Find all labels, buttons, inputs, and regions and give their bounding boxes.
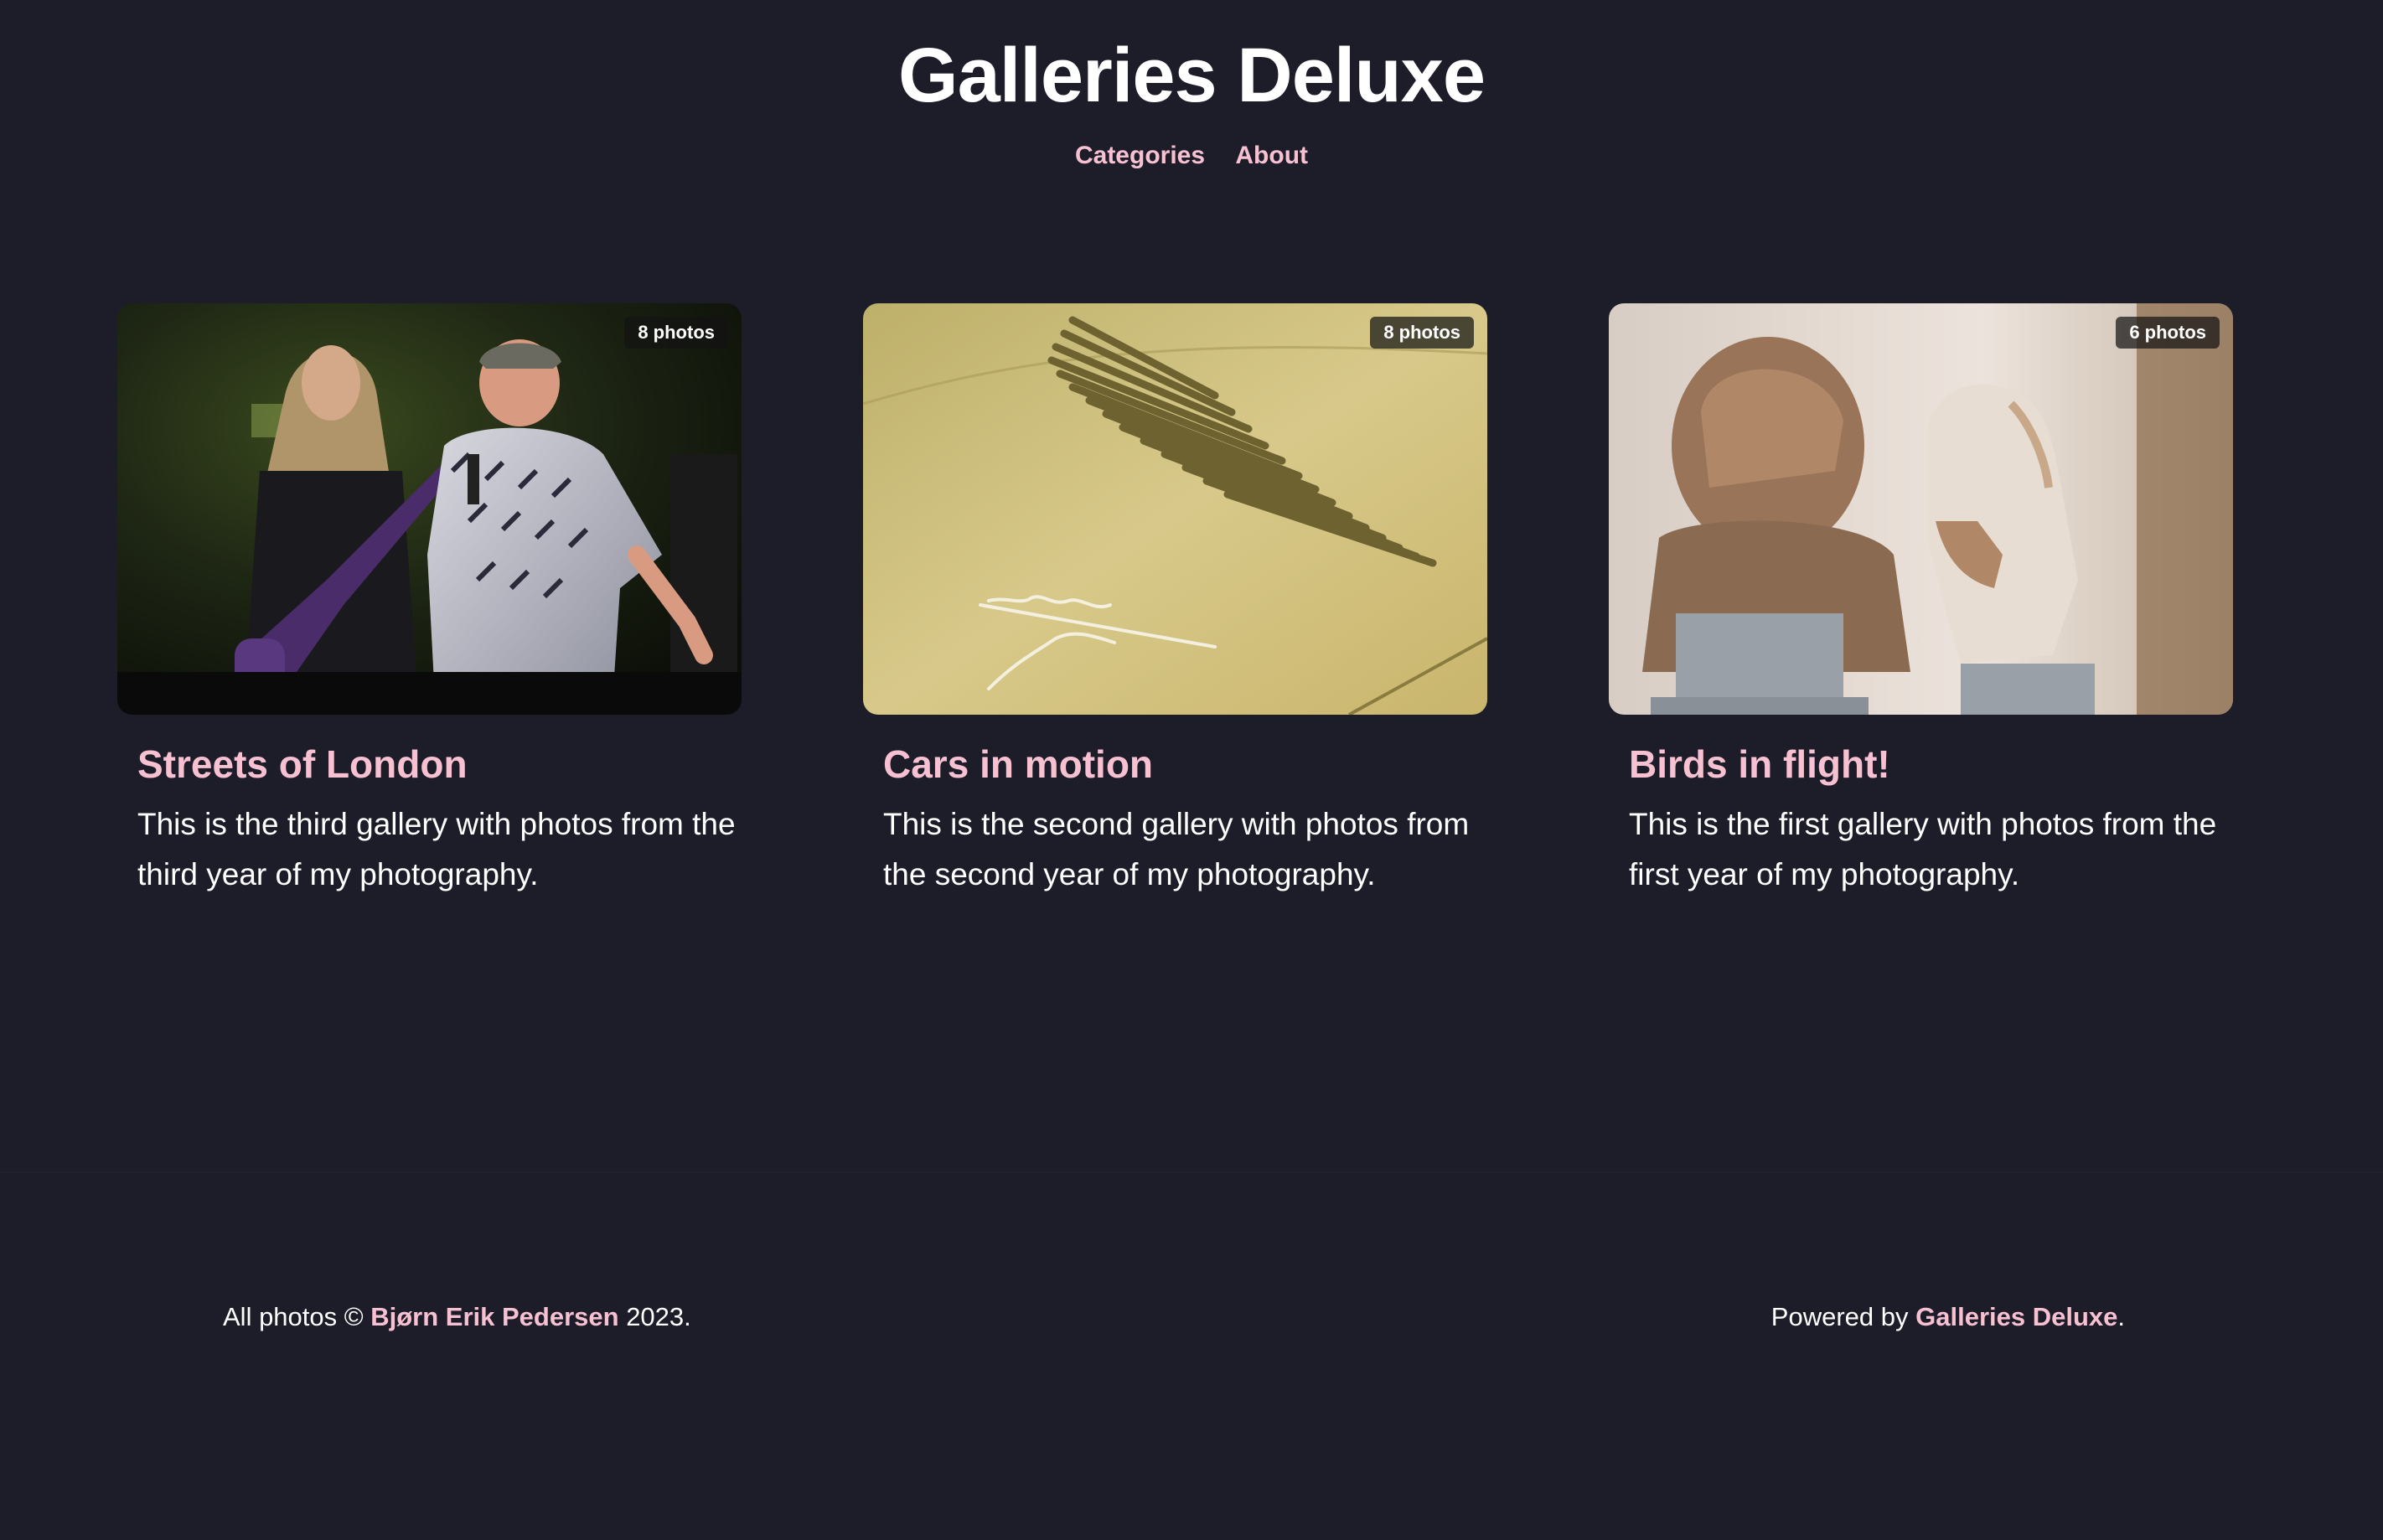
gallery-thumbnail[interactable]: 8 photos	[117, 303, 742, 715]
gallery-title[interactable]: Streets of London	[137, 739, 468, 789]
gallery-card-streets-of-london[interactable]: 8 photos Streets of London This is the t…	[117, 303, 742, 891]
nav-link-about[interactable]: About	[1235, 142, 1308, 169]
gallery-card-cars-in-motion[interactable]: 8 photos Cars in motion This is the seco…	[863, 303, 1487, 891]
site-title[interactable]: Galleries Deluxe	[0, 25, 2383, 126]
gallery-description: This is the first gallery with photos fr…	[1629, 807, 2217, 891]
powered-by: Powered by Galleries Deluxe.	[1771, 1295, 2125, 1339]
page: Galleries Deluxe Categories About 8 phot…	[0, 0, 2383, 1540]
powered-by-link[interactable]: Galleries Deluxe	[1915, 1302, 2117, 1331]
nav-link-categories[interactable]: Categories	[1075, 142, 1205, 169]
author-link[interactable]: Bjørn Erik Pedersen	[370, 1302, 618, 1331]
gallery-description: This is the second gallery with photos f…	[883, 807, 1470, 891]
photo-count-badge: 8 photos	[1370, 317, 1474, 349]
powered-prefix: Powered by	[1770, 1302, 1909, 1331]
copyright-notice: All photos © Bjørn Erik Pedersen 2023.	[223, 1295, 691, 1339]
powered-suffix: .	[2117, 1302, 2125, 1331]
gallery-description: This is the third gallery with photos fr…	[137, 807, 736, 891]
footer-divider	[0, 1171, 2383, 1173]
main-nav: Categories About	[0, 136, 2383, 176]
car-photo	[863, 303, 1487, 715]
concert-photo	[117, 303, 742, 715]
gallery-title[interactable]: Cars in motion	[883, 739, 1153, 789]
photo-count-badge: 6 photos	[2116, 317, 2220, 349]
gallery-thumbnail[interactable]: 6 photos	[1609, 303, 2233, 715]
sculpture-photo	[1609, 303, 2233, 715]
gallery-thumbnail[interactable]: 8 photos	[863, 303, 1487, 715]
gallery-title[interactable]: Birds in flight!	[1629, 739, 1890, 789]
gallery-card-birds-in-flight[interactable]: 6 photos Birds in flight! This is the fi…	[1609, 303, 2233, 891]
copyright-suffix: 2023.	[626, 1302, 691, 1331]
photo-count-badge: 8 photos	[624, 317, 728, 349]
copyright-prefix: All photos ©	[223, 1302, 364, 1331]
